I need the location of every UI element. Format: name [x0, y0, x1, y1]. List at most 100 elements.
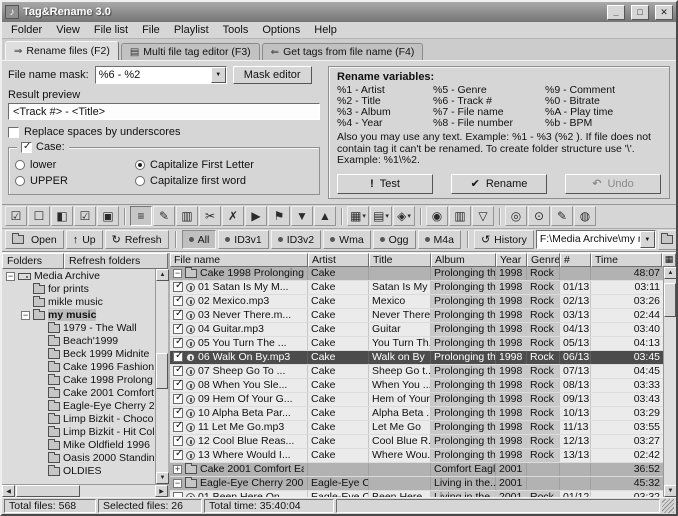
- equalizer-button[interactable]: ▥: [449, 206, 471, 226]
- refresh-button[interactable]: ↻ Refresh: [105, 230, 169, 249]
- tree-item-for-prints[interactable]: for prints: [2, 283, 155, 296]
- file-row[interactable]: 02 Mexico.mp3CakeMexicoProlonging th...1…: [170, 295, 663, 309]
- save-tags-button[interactable]: ▦▾: [347, 206, 369, 226]
- format-id3v2-button[interactable]: ID3v2: [271, 230, 321, 249]
- file-checkbox[interactable]: [173, 352, 183, 362]
- format-id3v1-button[interactable]: ID3v1: [218, 230, 268, 249]
- maximize-button[interactable]: □: [631, 5, 649, 20]
- column-header-item[interactable]: #: [560, 253, 591, 267]
- up-button[interactable]: ↑ Up: [66, 230, 103, 249]
- menu-item-view[interactable]: View: [49, 23, 87, 37]
- scroll-right-icon[interactable]: ▶: [155, 485, 168, 497]
- format-all-button[interactable]: All: [182, 230, 217, 249]
- uncheck-all-button[interactable]: ☐: [28, 206, 50, 226]
- check-all-button[interactable]: ☑: [5, 206, 27, 226]
- case-option-capitalize-first-letter[interactable]: Capitalize First Letter: [135, 159, 313, 171]
- column-header-genre[interactable]: Genre: [527, 253, 560, 267]
- tree-item-eagle-eye-cherry-2[interactable]: Eagle-Eye Cherry 2: [2, 400, 155, 413]
- mask-editor-button[interactable]: Mask editor: [233, 66, 312, 84]
- collapse-icon[interactable]: −: [21, 311, 30, 320]
- column-header-file-name[interactable]: File name: [170, 253, 308, 267]
- browse-folder-button[interactable]: [658, 230, 678, 250]
- menu-item-tools[interactable]: Tools: [216, 23, 256, 37]
- online-lookup-button[interactable]: ◉: [426, 206, 448, 226]
- file-row[interactable]: 05 You Turn The ...CakeYou Turn Th...Pro…: [170, 337, 663, 351]
- scroll-up-icon[interactable]: ▲: [156, 269, 169, 281]
- tree-hscrollbar-thumb[interactable]: [16, 485, 80, 497]
- flag-file-button[interactable]: ⚑: [268, 206, 290, 226]
- case-option-lower[interactable]: lower: [15, 159, 135, 171]
- cd-info-button[interactable]: ⊙: [528, 206, 550, 226]
- tree-item-cake-1998-prolong[interactable]: Cake 1998 Prolong: [2, 374, 155, 387]
- scroll-down-icon[interactable]: ▼: [156, 472, 169, 484]
- tree-item-media-archive[interactable]: −Media Archive: [2, 270, 155, 283]
- tree-item-oldies[interactable]: OLDIES: [2, 465, 155, 478]
- tree-item-cake-2001-comfort[interactable]: Cake 2001 Comfort: [2, 387, 155, 400]
- scroll-up-icon[interactable]: ▲: [664, 267, 677, 279]
- list-vertical-scrollbar[interactable]: ▲ ▼: [663, 267, 676, 498]
- web-search-button[interactable]: ◍: [574, 206, 596, 226]
- move-up-button[interactable]: ▲: [314, 206, 336, 226]
- file-row[interactable]: 10 Alpha Beta Par...CakeAlpha Beta ...Pr…: [170, 407, 663, 421]
- tree-item-beck-1999-midnite[interactable]: Beck 1999 Midnite: [2, 348, 155, 361]
- tools-menu-button[interactable]: ◈▾: [393, 206, 415, 226]
- file-checkbox[interactable]: [173, 310, 183, 320]
- tree-item-mike-oldfield-1996[interactable]: Mike Oldfield 1996: [2, 439, 155, 452]
- column-header-title[interactable]: Title: [369, 253, 431, 267]
- tree-item-limp-bizkit-hit-col[interactable]: Limp Bizkit - Hit Col: [2, 426, 155, 439]
- tree-item-oasis-2000-standin[interactable]: Oasis 2000 Standin: [2, 452, 155, 465]
- file-checkbox[interactable]: [173, 422, 183, 432]
- copy-tags-button[interactable]: ▥: [176, 206, 198, 226]
- format-wma-button[interactable]: Wma: [323, 230, 371, 249]
- collapse-icon[interactable]: −: [173, 479, 182, 488]
- album-group-row[interactable]: +Cake 2001 Comfort EagleComfort Eagle200…: [170, 463, 663, 477]
- check-selected-button[interactable]: ☑: [74, 206, 96, 226]
- file-row[interactable]: 13 Where Would I...CakeWhere Wou...Prolo…: [170, 449, 663, 463]
- file-checkbox[interactable]: [173, 436, 183, 446]
- scroll-down-icon[interactable]: ▼: [664, 485, 677, 497]
- cut-files-button[interactable]: ✂: [199, 206, 221, 226]
- play-file-button[interactable]: ▶: [245, 206, 267, 226]
- file-checkbox[interactable]: [173, 380, 183, 390]
- tree-vertical-scrollbar[interactable]: ▲ ▼: [155, 269, 168, 485]
- minimize-button[interactable]: _: [607, 5, 625, 20]
- tree-scrollbar-track[interactable]: [156, 281, 168, 473]
- tab-rename-files-f2[interactable]: ⇒Rename files (F2): [5, 41, 119, 60]
- path-combo[interactable]: F:\Media Archive\my music ▼: [536, 230, 656, 249]
- tree-horizontal-scrollbar[interactable]: ◀ ▶: [2, 484, 168, 497]
- tree-item-limp-bizkit-choco[interactable]: Limp Bizkit - Choco: [2, 413, 155, 426]
- details-view-button[interactable]: ≡: [130, 206, 152, 226]
- freedb-button[interactable]: ◎: [505, 206, 527, 226]
- album-group-row[interactable]: −Cake 1998 Prolonging the ...CakeProlong…: [170, 267, 663, 281]
- refresh-folders-button[interactable]: Refresh folders: [64, 253, 168, 269]
- list-scrollbar-thumb[interactable]: [664, 283, 676, 317]
- list-scrollbar-track[interactable]: [664, 279, 676, 486]
- menu-item-playlist[interactable]: Playlist: [167, 23, 216, 37]
- collapse-icon[interactable]: −: [173, 269, 182, 278]
- tree-item-mikle-music[interactable]: mikle music: [2, 296, 155, 309]
- filter-button[interactable]: ▽: [472, 206, 494, 226]
- move-down-button[interactable]: ▼: [291, 206, 313, 226]
- uncheck-selected-button[interactable]: ▣: [97, 206, 119, 226]
- menu-item-file-list[interactable]: File list: [87, 23, 135, 37]
- rename-file-button[interactable]: ✎: [551, 206, 573, 226]
- tree-item-beach-1999[interactable]: Beach'1999: [2, 335, 155, 348]
- column-header-year[interactable]: Year: [496, 253, 527, 267]
- format-ogg-button[interactable]: Ogg: [373, 230, 416, 249]
- edit-tags-button[interactable]: ✎: [153, 206, 175, 226]
- tree-item-1979-the-wall[interactable]: 1979 - The Wall: [2, 322, 155, 335]
- case-legend[interactable]: Case:: [17, 141, 69, 153]
- mask-combo-dropdown-icon[interactable]: ▼: [211, 67, 226, 83]
- file-row[interactable]: 04 Guitar.mp3CakeGuitarProlonging th...1…: [170, 323, 663, 337]
- tree-scrollbar-thumb[interactable]: [156, 353, 168, 389]
- column-header-time[interactable]: Time: [591, 253, 662, 267]
- file-checkbox[interactable]: [173, 296, 183, 306]
- expand-icon[interactable]: +: [173, 465, 182, 474]
- column-customize-button[interactable]: ▦: [662, 253, 676, 267]
- path-dropdown-icon[interactable]: ▼: [640, 231, 655, 248]
- file-checkbox[interactable]: [173, 366, 183, 376]
- file-row[interactable]: 08 When You Sle...CakeWhen You ...Prolon…: [170, 379, 663, 393]
- close-button[interactable]: ✕: [655, 5, 673, 20]
- case-checkbox-icon[interactable]: [21, 142, 32, 153]
- format-m4a-button[interactable]: M4a: [418, 230, 461, 249]
